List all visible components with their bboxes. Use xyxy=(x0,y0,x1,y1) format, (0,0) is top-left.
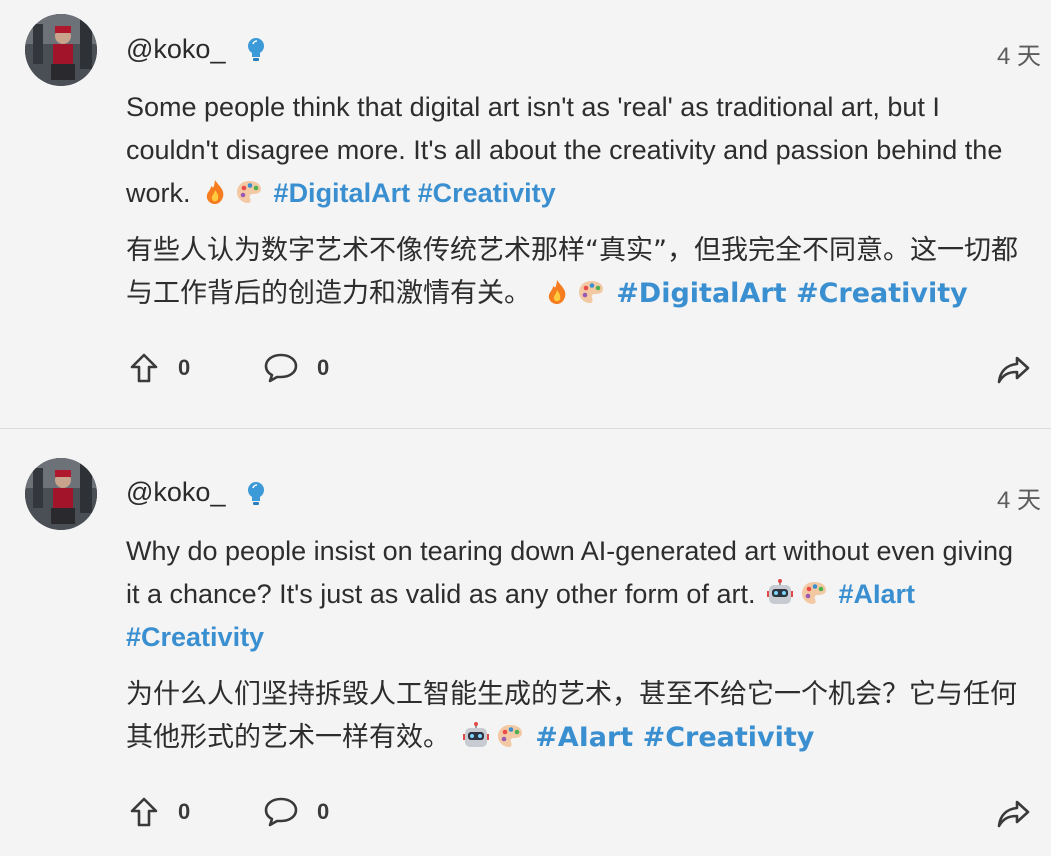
palette-emoji xyxy=(496,720,524,748)
robot-emoji xyxy=(766,577,794,605)
post-actions: 0 0 xyxy=(0,352,1051,392)
speech-bubble-icon xyxy=(264,353,298,383)
avatar[interactable] xyxy=(25,458,97,530)
share-button[interactable] xyxy=(995,354,1031,393)
palette-emoji xyxy=(235,176,263,204)
comment-count: 0 xyxy=(317,355,330,380)
arrow-up-icon xyxy=(130,353,158,383)
post: @koko_ 4 天 Some people think that digita… xyxy=(0,0,1051,428)
post-text-en: Some people think that digital art isn't… xyxy=(126,86,1026,215)
arrow-up-icon xyxy=(130,797,158,827)
comment-button[interactable]: 0 xyxy=(263,796,329,828)
post-actions: 0 0 xyxy=(0,796,1051,836)
palette-emoji xyxy=(800,577,828,605)
hashtags[interactable]: #DigitalArt #Creativity xyxy=(274,178,556,208)
post-text-en: Why do people insist on tearing down AI-… xyxy=(126,530,1026,659)
timestamp: 4 天 xyxy=(996,43,1041,70)
username[interactable]: @koko_ xyxy=(126,477,225,508)
share-icon xyxy=(997,800,1030,828)
speech-bubble-icon xyxy=(264,797,298,827)
robot-emoji xyxy=(462,720,490,748)
comment-button[interactable]: 0 xyxy=(263,352,329,384)
upvote-button[interactable]: 0 xyxy=(128,352,190,384)
hashtags[interactable]: #AIart #Creativity xyxy=(535,722,814,753)
post: @koko_ 4 天 Why do people insist on teari… xyxy=(0,429,1051,856)
comment-count: 0 xyxy=(317,799,330,824)
fire-emoji xyxy=(201,176,229,204)
share-button[interactable] xyxy=(995,798,1031,837)
share-icon xyxy=(997,356,1030,384)
upvote-button[interactable]: 0 xyxy=(128,796,190,828)
post-text-zh: 有些人认为数字艺术不像传统艺术那样“真实”，但我完全不同意。这一切都与工作背后的… xyxy=(126,229,1026,315)
upvote-count: 0 xyxy=(178,355,191,380)
lightbulb-icon xyxy=(245,36,267,64)
post-text-zh: 为什么人们坚持拆毁人工智能生成的艺术，甚至不给它一个机会？它与任何其他形式的艺术… xyxy=(126,673,1026,759)
fire-emoji xyxy=(543,276,571,304)
upvote-count: 0 xyxy=(178,799,191,824)
avatar[interactable] xyxy=(25,14,97,86)
palette-emoji xyxy=(577,276,605,304)
hashtags[interactable]: #DigitalArt #Creativity xyxy=(616,278,968,309)
lightbulb-icon xyxy=(245,480,267,508)
timestamp: 4 天 xyxy=(996,487,1041,514)
username[interactable]: @koko_ xyxy=(126,34,225,65)
